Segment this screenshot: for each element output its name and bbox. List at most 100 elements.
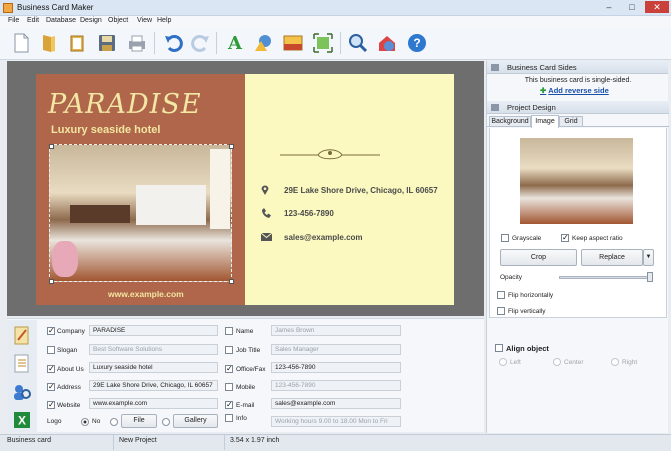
shapes-icon[interactable] — [250, 30, 276, 56]
grayscale-checkbox[interactable] — [501, 234, 509, 242]
close-button[interactable]: ✕ — [645, 1, 669, 13]
menu-view[interactable]: View — [137, 17, 152, 24]
email-field[interactable]: sales@example.com — [271, 398, 401, 409]
grayscale-label: Grayscale — [512, 235, 542, 242]
tab-grid[interactable]: Grid — [559, 116, 583, 127]
text-icon[interactable]: A — [222, 30, 248, 56]
office-fax-field[interactable]: 123-456-7890 — [271, 362, 401, 373]
status-card-size: 3.54 x 1.97 inch — [230, 437, 280, 444]
bed-throw — [70, 205, 130, 223]
address-field[interactable]: 29E Lake Shore Drive, Chicago, IL 60657 — [89, 380, 218, 391]
keep-aspect-checkbox[interactable] — [561, 234, 569, 242]
name-checkbox[interactable] — [225, 327, 233, 335]
info-field[interactable]: Working hours 9.00 to 18.00 Mon to Fri — [271, 416, 401, 427]
about-us-field[interactable]: Luxury seaside hotel — [89, 362, 218, 373]
info-checkbox[interactable] — [225, 414, 233, 422]
menu-object[interactable]: Object — [108, 17, 128, 24]
job-title-checkbox[interactable] — [225, 346, 233, 354]
card-website[interactable]: www.example.com — [108, 289, 184, 299]
card-phone[interactable]: 123-456-7890 — [284, 209, 334, 218]
tab-image[interactable]: Image — [531, 115, 559, 128]
hotel-room-photo[interactable] — [49, 144, 232, 282]
job-title-field[interactable]: Sales Manager — [271, 344, 401, 355]
logo-gallery-button[interactable]: Gallery — [173, 414, 218, 428]
phone-icon — [261, 208, 271, 218]
flip-vertical-checkbox[interactable] — [497, 307, 505, 315]
undo-icon[interactable] — [160, 30, 186, 56]
replace-button[interactable]: Replace — [581, 249, 643, 266]
website-checkbox[interactable] — [47, 401, 55, 409]
company-checkbox[interactable] — [47, 327, 55, 335]
office-fax-label: Office/Fax — [236, 366, 266, 373]
edit-form-icon[interactable] — [9, 323, 35, 349]
help-icon[interactable]: ? — [404, 30, 430, 56]
resize-handle[interactable] — [229, 279, 234, 284]
tab-background[interactable]: Background — [489, 116, 531, 127]
fit-icon[interactable] — [310, 30, 336, 56]
opacity-slider-track[interactable] — [559, 276, 651, 279]
contacts-icon[interactable] — [9, 379, 35, 405]
menu-edit[interactable]: Edit — [27, 17, 39, 24]
address-checkbox[interactable] — [47, 383, 55, 391]
about-us-checkbox[interactable] — [47, 365, 55, 373]
logo-file-radio[interactable] — [110, 418, 118, 426]
web-icon[interactable] — [374, 30, 400, 56]
company-field[interactable]: PARADISE — [89, 325, 218, 336]
align-left-radio[interactable] — [499, 358, 507, 366]
info-label: Info — [236, 415, 247, 422]
sides-header: Business Card Sides — [487, 61, 668, 74]
print-icon[interactable] — [124, 30, 150, 56]
redo-icon[interactable] — [188, 30, 214, 56]
align-center-radio[interactable] — [553, 358, 561, 366]
card-address[interactable]: 29E Lake Shore Drive, Chicago, IL 60657 — [284, 186, 438, 195]
collapse-icon[interactable] — [491, 64, 499, 71]
slogan-checkbox[interactable] — [47, 346, 55, 354]
website-field[interactable]: www.example.com — [89, 398, 218, 409]
new-doc-icon[interactable] — [8, 30, 34, 56]
resize-handle[interactable] — [49, 144, 54, 149]
database-file-icon[interactable] — [9, 351, 35, 377]
status-project: New Project — [119, 437, 157, 444]
mobile-field[interactable]: 123-456-7890 — [271, 380, 401, 391]
crop-button[interactable]: Crop — [500, 249, 577, 266]
bed-shape — [136, 185, 206, 225]
flower-shape — [52, 241, 78, 277]
mobile-checkbox[interactable] — [225, 383, 233, 391]
minimize-button[interactable]: – — [598, 1, 620, 13]
save-icon[interactable] — [94, 30, 120, 56]
email-checkbox[interactable] — [225, 401, 233, 409]
align-object-checkbox[interactable] — [495, 344, 503, 352]
card-email[interactable]: sales@example.com — [284, 233, 363, 242]
company-label: Company — [57, 328, 85, 335]
align-left-label: Left — [510, 359, 521, 366]
excel-import-icon[interactable]: X — [9, 407, 35, 433]
card-logo-text[interactable]: PARADISE — [48, 89, 202, 120]
flip-horizontal-checkbox[interactable] — [497, 291, 505, 299]
logo-gallery-radio[interactable] — [162, 418, 170, 426]
logo-no-radio[interactable] — [81, 418, 89, 426]
logo-file-button[interactable]: File — [121, 414, 157, 428]
clipboard-icon[interactable] — [64, 30, 90, 56]
menu-file[interactable]: File — [8, 17, 19, 24]
office-fax-checkbox[interactable] — [225, 365, 233, 373]
image-icon[interactable] — [280, 30, 306, 56]
card-tagline[interactable]: Luxury seaside hotel — [51, 124, 160, 136]
ornament-divider — [280, 149, 380, 160]
opacity-slider-thumb[interactable] — [647, 272, 653, 282]
menu-database[interactable]: Database — [46, 17, 76, 24]
zoom-icon[interactable] — [345, 30, 371, 56]
menu-design[interactable]: Design — [80, 17, 102, 24]
menu-help[interactable]: Help — [157, 17, 171, 24]
align-object-label: Align object — [506, 344, 549, 353]
resize-handle[interactable] — [49, 279, 54, 284]
open-folder-icon[interactable] — [36, 30, 62, 56]
align-right-radio[interactable] — [611, 358, 619, 366]
slogan-field[interactable]: Best Software Solutions — [89, 344, 218, 355]
email-icon — [260, 232, 273, 241]
add-reverse-side-link[interactable]: ✚ Add reverse side — [540, 86, 609, 95]
resize-handle[interactable] — [229, 144, 234, 149]
replace-dropdown-icon[interactable]: ▼ — [643, 249, 654, 266]
maximize-button[interactable]: □ — [621, 1, 643, 13]
name-field[interactable]: James Brown — [271, 325, 401, 336]
job-title-label: Job Title — [236, 347, 261, 354]
